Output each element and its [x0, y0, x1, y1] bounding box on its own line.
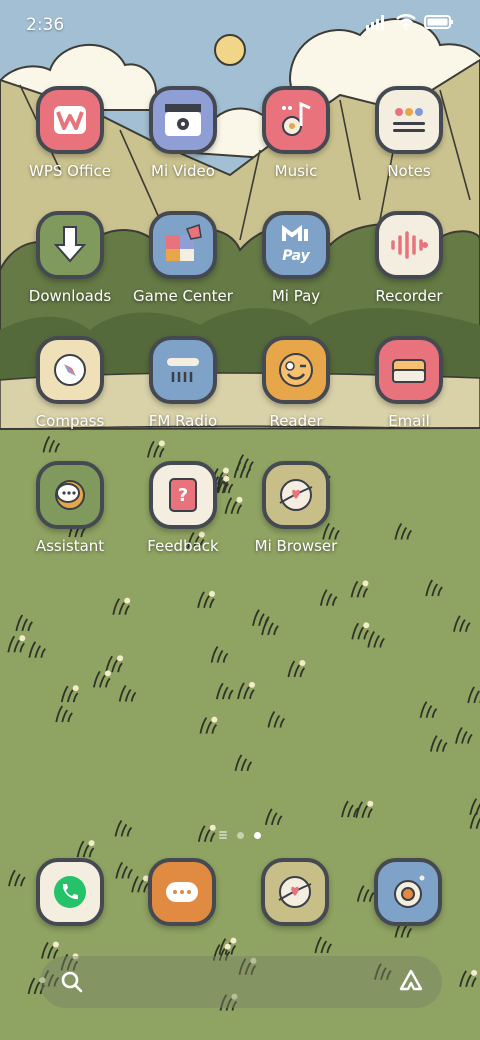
app-label: WPS Office — [29, 162, 111, 180]
flower — [211, 716, 218, 723]
app-mi-pay[interactable]: Pay Mi Pay — [241, 211, 351, 331]
game-center-icon — [149, 211, 217, 279]
flower — [249, 681, 256, 688]
music-icon — [262, 86, 330, 154]
app-game-center[interactable]: Game Center — [128, 211, 238, 331]
app-label: Feedback — [147, 537, 219, 555]
app-label: Notes — [387, 162, 431, 180]
assistant-icon — [36, 461, 104, 529]
flower — [367, 800, 374, 807]
compass-icon — [36, 336, 104, 404]
app-label: Mi Browser — [254, 537, 338, 555]
battery-icon — [424, 15, 453, 29]
flower — [88, 840, 95, 847]
app-label: Recorder — [375, 287, 443, 305]
fm-radio-icon — [149, 336, 217, 404]
dock-phone[interactable] — [36, 858, 108, 930]
app-recorder[interactable]: Recorder — [354, 211, 464, 331]
downloads-icon — [36, 211, 104, 279]
app-wps-office[interactable]: WPS Office — [15, 86, 125, 206]
app-email[interactable]: Email — [354, 336, 464, 456]
app-feedback[interactable]: ? Feedback — [128, 461, 238, 581]
app-label: Downloads — [28, 287, 112, 305]
flower — [362, 580, 369, 587]
mi-pay-icon: Pay — [262, 211, 330, 279]
assistant-launcher-icon[interactable] — [398, 968, 424, 994]
app-label: Mi Pay — [271, 287, 321, 305]
app-label: Mi Video — [151, 162, 215, 180]
dock-browser[interactable] — [261, 858, 333, 930]
flower — [363, 622, 370, 629]
phone-icon — [36, 858, 104, 926]
app-label: Email — [388, 412, 430, 430]
page-indicator[interactable] — [0, 829, 480, 841]
app-reader[interactable]: Reader — [241, 336, 351, 456]
camera-icon — [374, 858, 442, 926]
wifi-icon — [396, 14, 416, 30]
app-mi-video[interactable]: Mi Video — [128, 86, 238, 206]
app-list-indicator — [219, 834, 227, 836]
app-label: Assistant — [35, 537, 105, 555]
app-label: Reader — [269, 412, 323, 430]
dock-messages[interactable] — [148, 858, 220, 930]
recorder-icon — [375, 211, 443, 279]
flower — [471, 969, 478, 976]
mi-browser-icon — [262, 461, 330, 529]
flower — [117, 655, 124, 662]
email-icon — [375, 336, 443, 404]
flower — [124, 597, 131, 604]
status-time: 2:36 — [26, 15, 65, 35]
app-label: FM Radio — [148, 412, 218, 430]
search-bar[interactable] — [40, 956, 442, 1008]
svg-text:Pay: Pay — [282, 248, 310, 264]
app-label: Game Center — [133, 287, 233, 305]
app-music[interactable]: Music — [241, 86, 351, 206]
notes-icon — [375, 86, 443, 154]
app-notes[interactable]: Notes — [354, 86, 464, 206]
signal-icon — [366, 15, 384, 30]
app-label: Music — [274, 162, 318, 180]
app-fm-radio[interactable]: FM Radio — [128, 336, 238, 456]
flower — [19, 635, 26, 642]
flower — [52, 941, 59, 948]
app-assistant[interactable]: Assistant — [15, 461, 125, 581]
flower — [72, 685, 79, 692]
page-dot — [237, 831, 244, 839]
flower — [230, 937, 237, 944]
flower — [224, 943, 231, 950]
mi-video-icon — [149, 86, 217, 154]
feedback-icon: ? — [149, 461, 217, 529]
app-label: Compass — [35, 412, 105, 430]
flower — [209, 590, 216, 597]
page-dot-active — [254, 831, 261, 839]
app-downloads[interactable]: Downloads — [15, 211, 125, 331]
messages-icon — [148, 858, 216, 926]
svg-text:?: ? — [178, 485, 188, 506]
reader-icon — [262, 336, 330, 404]
wps-office-icon — [36, 86, 104, 154]
flower — [104, 670, 111, 677]
search-icon[interactable] — [60, 970, 84, 994]
flower — [299, 660, 306, 667]
browser-icon — [261, 858, 329, 926]
dock-camera[interactable] — [374, 858, 446, 930]
status-icons — [366, 14, 454, 30]
app-compass[interactable]: Compass — [15, 336, 125, 456]
status-bar: 2:36 — [0, 0, 480, 50]
app-mi-browser[interactable]: Mi Browser — [241, 461, 351, 581]
